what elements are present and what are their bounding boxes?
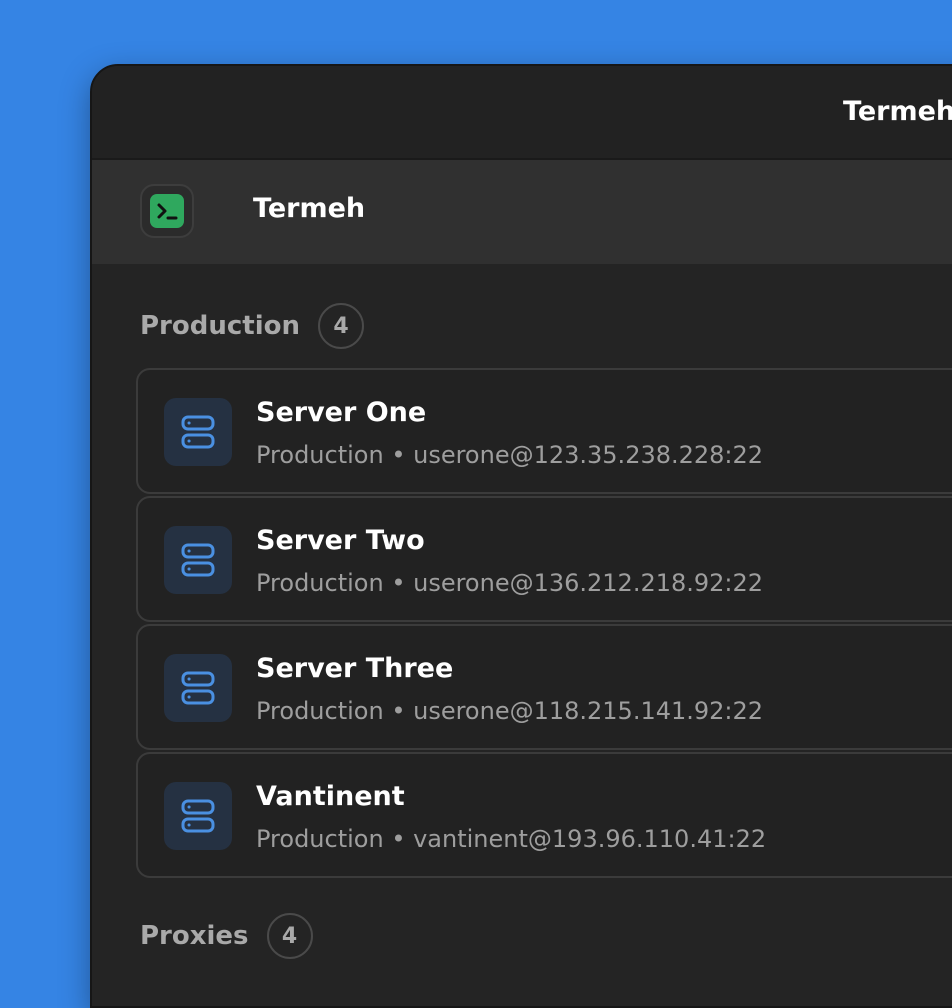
server-name: Server One <box>256 397 427 428</box>
server-icon <box>164 782 232 850</box>
server-row[interactable]: Server One Production • userone@123.35.2… <box>136 368 952 494</box>
server-icon <box>164 654 232 722</box>
server-name: Vantinent <box>256 781 405 812</box>
server-row[interactable]: Server Two Production • userone@136.212.… <box>136 496 952 622</box>
app-menu-button[interactable] <box>140 184 194 238</box>
server-icon <box>164 398 232 466</box>
window-titlebar[interactable]: Termeh <box>92 66 952 160</box>
server-icon <box>164 526 232 594</box>
section-header-production: Production 4 <box>140 302 364 350</box>
server-connection: Production • userone@136.212.218.92:22 <box>256 569 764 597</box>
server-count-badge: 4 <box>318 303 364 349</box>
server-connection: Production • userone@118.215.141.92:22 <box>256 697 764 725</box>
server-connection: Production • userone@123.35.238.228:22 <box>256 441 764 469</box>
terminal-icon <box>150 194 184 228</box>
app-header: Termeh <box>92 160 952 264</box>
section-header-proxies: Proxies 4 <box>140 912 313 960</box>
server-row[interactable]: Vantinent Production • vantinent@193.96.… <box>136 752 952 878</box>
server-name: Server Two <box>256 525 425 556</box>
server-row[interactable]: Server Three Production • userone@118.21… <box>136 624 952 750</box>
server-connection: Production • vantinent@193.96.110.41:22 <box>256 825 767 853</box>
section-title: Proxies <box>140 921 249 951</box>
termeh-window: Termeh Termeh Production 4 Server One Pr… <box>90 64 952 1008</box>
section-title: Production <box>140 311 300 341</box>
proxy-count-badge: 4 <box>266 913 313 959</box>
production-server-list: Server One Production • userone@123.35.2… <box>136 368 952 880</box>
server-name: Server Three <box>256 653 454 684</box>
window-title: Termeh <box>843 96 952 127</box>
app-header-title: Termeh <box>253 193 366 224</box>
